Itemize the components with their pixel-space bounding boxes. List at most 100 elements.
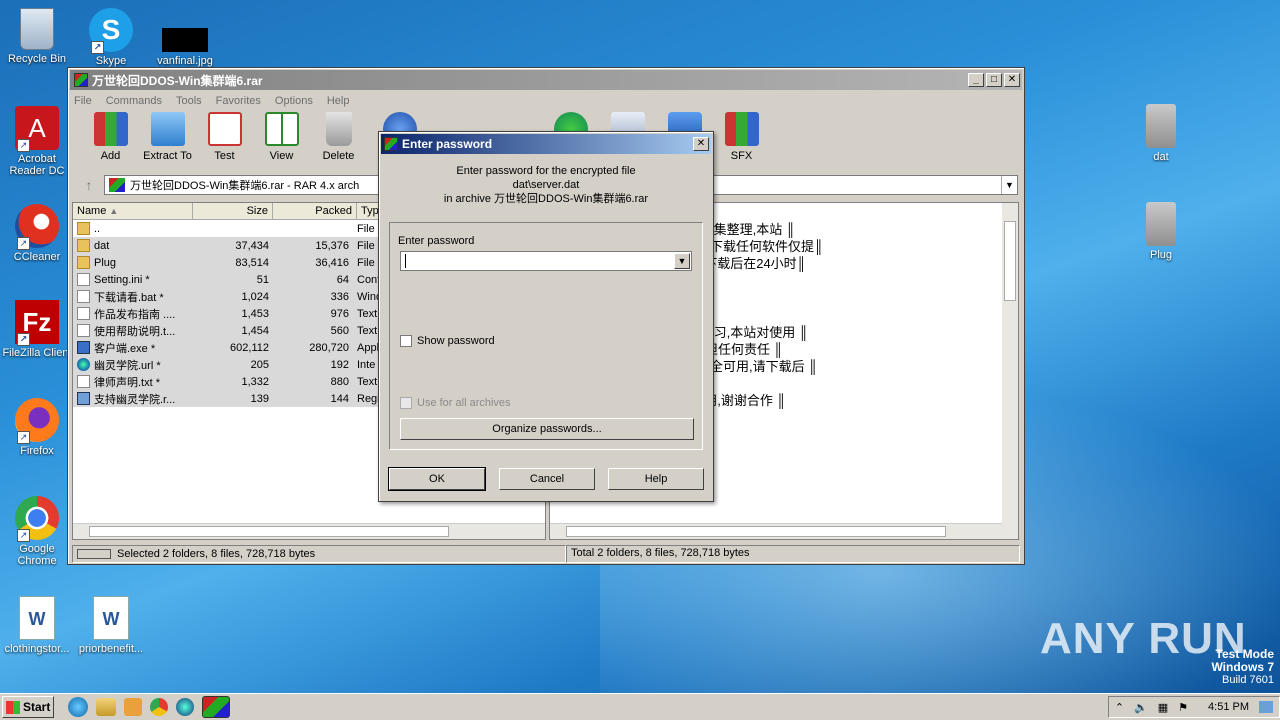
file-icon (77, 290, 90, 303)
extract-to-label: Extract To (143, 150, 192, 162)
flag-icon[interactable]: ⚑ (1178, 701, 1188, 714)
folder-icon (77, 222, 90, 235)
password-input[interactable]: ▼ (400, 251, 692, 271)
organize-passwords-button[interactable]: Organize passwords... (400, 418, 694, 440)
desktop-icon-ccleaner[interactable]: ↗ CCleaner (0, 204, 74, 263)
help-button[interactable]: Help (608, 468, 704, 490)
menu-favorites[interactable]: Favorites (216, 95, 261, 107)
shortcut-arrow-icon: ↗ (17, 139, 30, 152)
file-name-cell: 幽灵学院.url * (73, 357, 193, 373)
dialog-titlebar[interactable]: Enter password ✕ (381, 134, 711, 154)
view-button[interactable]: View (253, 112, 310, 162)
chevron-down-icon[interactable]: ▼ (1001, 176, 1017, 194)
delete-label: Delete (322, 150, 355, 162)
menu-options[interactable]: Options (275, 95, 313, 107)
desktop-icon-recycle-bin[interactable]: Recycle Bin (0, 8, 74, 65)
file-explorer-icon[interactable] (96, 698, 116, 716)
test-mode-notice: Test Mode Windows 7 Build 7601 (1211, 648, 1274, 687)
url-icon (77, 358, 90, 371)
desktop-icon-label: FileZilla Client (2, 347, 72, 359)
image-file-icon (162, 28, 208, 52)
checkbox-box[interactable] (400, 335, 412, 347)
minimize-button[interactable]: _ (968, 73, 984, 87)
horizontal-scrollbar[interactable] (550, 523, 1002, 539)
test-button[interactable]: Test (196, 112, 253, 162)
file-name-cell: 支持幽灵学院.r... (73, 391, 193, 407)
dialog-close-button[interactable]: ✕ (693, 137, 709, 151)
sfx-button[interactable]: SFX (713, 112, 770, 162)
column-packed[interactable]: Packed (273, 203, 357, 219)
desktop-icon-dat-folder[interactable]: dat (1124, 104, 1198, 163)
menu-help[interactable]: Help (327, 95, 350, 107)
show-password-checkbox[interactable]: Show password (400, 335, 495, 347)
test-label: Test (214, 150, 235, 162)
clock[interactable]: 4:51 PM (1208, 701, 1249, 713)
address-text: 万世轮回DDOS-Win集群端6.rar - RAR 4.x arch (130, 180, 360, 192)
file-size-cell: 1,453 (241, 307, 269, 320)
vertical-scrollbar[interactable] (1002, 203, 1018, 539)
horizontal-scrollbar[interactable] (73, 523, 545, 539)
desktop-icon-skype[interactable]: S ↗ Skype (74, 8, 148, 67)
close-button[interactable]: ✕ (1004, 73, 1020, 87)
network-icon[interactable]: ▦ (1158, 701, 1168, 714)
edge-icon[interactable] (176, 698, 194, 716)
file-size-cell: 1,024 (241, 290, 269, 303)
chevron-down-icon[interactable]: ▼ (674, 253, 690, 269)
menu-commands[interactable]: Commands (106, 95, 162, 107)
add-label: Add (100, 150, 121, 162)
use-for-all-archives-checkbox[interactable]: Use for all archives (400, 397, 511, 409)
cancel-button[interactable]: Cancel (499, 468, 595, 490)
desktop-icon-plug-folder[interactable]: Plug (1124, 202, 1198, 261)
add-button[interactable]: Add (82, 112, 139, 162)
folder-icon (1146, 202, 1176, 246)
shortcut-arrow-icon: ↗ (17, 237, 30, 250)
scrollbar-thumb[interactable] (89, 526, 449, 537)
file-packed-cell: 64 (336, 273, 349, 286)
file-packed-cell: 560 (330, 324, 349, 337)
column-name[interactable]: Name ▲ (73, 203, 193, 219)
chevron-up-icon[interactable]: ⌃ (1115, 701, 1124, 714)
desktop-icon-firefox[interactable]: ↗ Firefox (0, 398, 74, 457)
file-name-cell: 客户端.exe * (73, 340, 193, 356)
scrollbar-thumb[interactable] (1004, 221, 1016, 301)
internet-explorer-icon[interactable] (68, 697, 88, 717)
checkbox-box[interactable] (400, 397, 412, 409)
media-player-icon[interactable] (124, 698, 142, 716)
desktop-icon-acrobat[interactable]: A ↗ Acrobat Reader DC (0, 106, 74, 177)
recycle-bin-icon (20, 8, 54, 50)
scrollbar-thumb[interactable] (566, 526, 946, 537)
file-name-cell: 律师声明.txt * (73, 374, 193, 390)
enter-password-dialog: Enter password ✕ Enter password for the … (378, 131, 714, 502)
maximize-button[interactable]: □ (986, 73, 1002, 87)
desktop-icon-vanfinal[interactable]: vanfinal.jpg (148, 8, 222, 67)
use-for-all-label: Use for all archives (417, 397, 511, 409)
window-titlebar[interactable]: 万世轮回DDOS-Win集群端6.rar _ □ ✕ (70, 70, 1022, 90)
menu-tools[interactable]: Tools (176, 95, 202, 107)
chrome-taskbar-icon[interactable] (150, 698, 168, 716)
extract-to-button[interactable]: Extract To (139, 112, 196, 162)
status-left: Selected 2 folders, 8 files, 728,718 byt… (72, 545, 566, 563)
desktop-icon-clothingstore[interactable]: W clothingstor... (0, 596, 74, 655)
menu-file[interactable]: File (74, 95, 92, 107)
desktop-icon-label: Plug (1149, 249, 1173, 261)
password-group: Enter password ▼ Show password Use for a… (389, 222, 703, 450)
delete-button[interactable]: Delete (310, 112, 367, 162)
file-packed-cell: 880 (330, 375, 349, 388)
column-size[interactable]: Size (193, 203, 273, 219)
up-arrow-icon[interactable]: ↑ (74, 177, 104, 193)
show-desktop-icon[interactable] (1259, 701, 1273, 713)
info-line-2: dat\server.dat (512, 179, 580, 191)
volume-icon[interactable]: 🔈 (1134, 701, 1148, 714)
desktop-icon-priorbenefit[interactable]: W priorbenefit... (74, 596, 148, 655)
file-name-cell: 下载请看.bat * (73, 289, 193, 305)
ok-button[interactable]: OK (388, 467, 486, 491)
winrar-icon (74, 73, 88, 87)
start-button[interactable]: Start (2, 696, 54, 718)
desktop-icon-chrome[interactable]: ↗ Google Chrome (0, 496, 74, 567)
winrar-taskbar-button[interactable] (202, 696, 230, 718)
file-name-cell: 使用帮助说明.t... (73, 323, 193, 339)
desktop-icon-filezilla[interactable]: Fz ↗ FileZilla Client (0, 300, 74, 359)
shortcut-arrow-icon: ↗ (17, 333, 30, 346)
file-icon (77, 273, 90, 286)
file-size-cell: 1,332 (241, 375, 269, 388)
